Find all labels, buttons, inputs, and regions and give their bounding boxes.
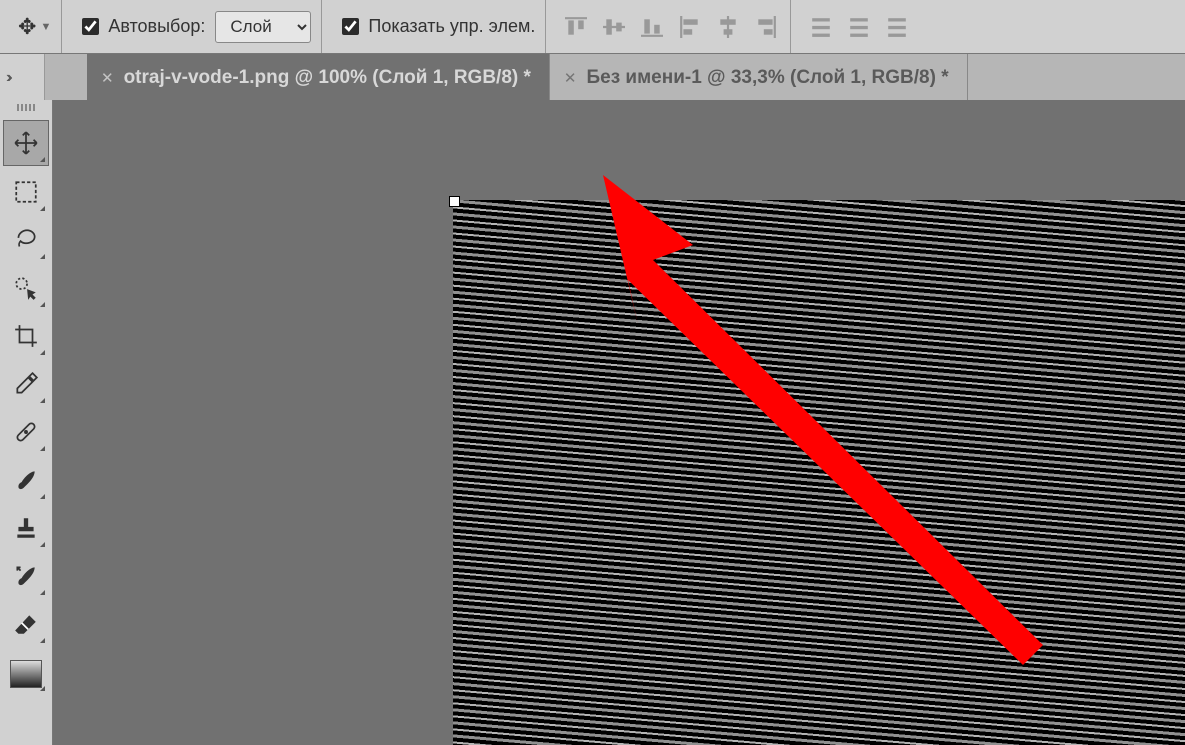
document-tabbar: › › ✕ otraj-v-vode-1.png @ 100% (Слой 1,… xyxy=(0,54,1185,101)
stamp-icon xyxy=(13,515,39,541)
canvas-content xyxy=(453,200,1185,745)
transform-handle[interactable] xyxy=(449,196,460,207)
autoselect-label: Автовыбор: xyxy=(108,16,205,37)
lasso-icon xyxy=(13,227,39,253)
current-tool-indicator[interactable]: ✥ ▼ xyxy=(18,14,51,40)
autoselect-checkbox[interactable]: Автовыбор: xyxy=(78,15,205,38)
eraser-tool-button[interactable] xyxy=(4,602,48,646)
tab-title: otraj-v-vode-1.png @ 100% (Слой 1, RGB/8… xyxy=(124,67,531,89)
close-icon[interactable]: ✕ xyxy=(564,69,577,87)
lasso-tool-button[interactable] xyxy=(4,218,48,262)
move-icon: ✥ xyxy=(18,14,36,40)
brush-icon xyxy=(13,467,39,493)
healing-brush-tool-button[interactable] xyxy=(4,410,48,454)
history-brush-icon xyxy=(13,563,39,589)
clone-stamp-tool-button[interactable] xyxy=(4,506,48,550)
quick-selection-tool-button[interactable] xyxy=(4,266,48,310)
bandage-icon xyxy=(13,419,39,445)
show-controls-input[interactable] xyxy=(342,18,359,35)
workspace xyxy=(0,100,1185,745)
quick-select-icon xyxy=(13,275,39,301)
crop-icon xyxy=(13,323,39,349)
eyedropper-tool-button[interactable] xyxy=(4,362,48,406)
panel-collapse-button[interactable]: › › xyxy=(0,54,45,101)
align-left-edges-button[interactable] xyxy=(676,13,704,41)
gradient-tool-button[interactable] xyxy=(4,650,48,694)
document-tab-2[interactable]: ✕ Без имени-1 @ 33,3% (Слой 1, RGB/8) * xyxy=(550,54,968,101)
close-icon[interactable]: ✕ xyxy=(101,69,114,87)
align-bottom-edges-button[interactable] xyxy=(638,13,666,41)
marquee-tool-button[interactable] xyxy=(4,170,48,214)
chevron-right-icon: › xyxy=(7,69,8,87)
document-canvas[interactable] xyxy=(453,200,1185,745)
tab-title: Без имени-1 @ 33,3% (Слой 1, RGB/8) * xyxy=(586,67,948,89)
align-horizontal-centers-button[interactable] xyxy=(714,13,742,41)
distribute-top-button[interactable] xyxy=(807,13,835,41)
gradient-icon xyxy=(10,660,42,688)
document-tab-1[interactable]: ✕ otraj-v-vode-1.png @ 100% (Слой 1, RGB… xyxy=(87,54,550,101)
options-bar: ✥ ▼ Автовыбор: Слой Показать упр. элем. xyxy=(0,0,1185,54)
autoselect-target-dropdown[interactable]: Слой xyxy=(215,11,311,43)
align-right-edges-button[interactable] xyxy=(752,13,780,41)
canvas-area[interactable] xyxy=(53,100,1185,745)
distribute-vertical-button[interactable] xyxy=(845,13,873,41)
distribute-bottom-button[interactable] xyxy=(883,13,911,41)
tools-panel xyxy=(0,100,53,745)
show-controls-label: Показать упр. элем. xyxy=(368,16,535,37)
history-brush-tool-button[interactable] xyxy=(4,554,48,598)
brush-tool-button[interactable] xyxy=(4,458,48,502)
move-tool-button[interactable] xyxy=(3,120,49,166)
chevron-down-icon: ▼ xyxy=(40,21,51,33)
show-transform-controls-checkbox[interactable]: Показать упр. элем. xyxy=(338,15,535,38)
align-top-edges-button[interactable] xyxy=(562,13,590,41)
align-vertical-centers-button[interactable] xyxy=(600,13,628,41)
move-icon xyxy=(13,130,39,156)
eraser-icon xyxy=(13,611,39,637)
crop-tool-button[interactable] xyxy=(4,314,48,358)
marquee-icon xyxy=(13,179,39,205)
autoselect-input[interactable] xyxy=(82,18,99,35)
panel-grip[interactable] xyxy=(6,104,46,114)
eyedropper-icon xyxy=(13,371,39,397)
